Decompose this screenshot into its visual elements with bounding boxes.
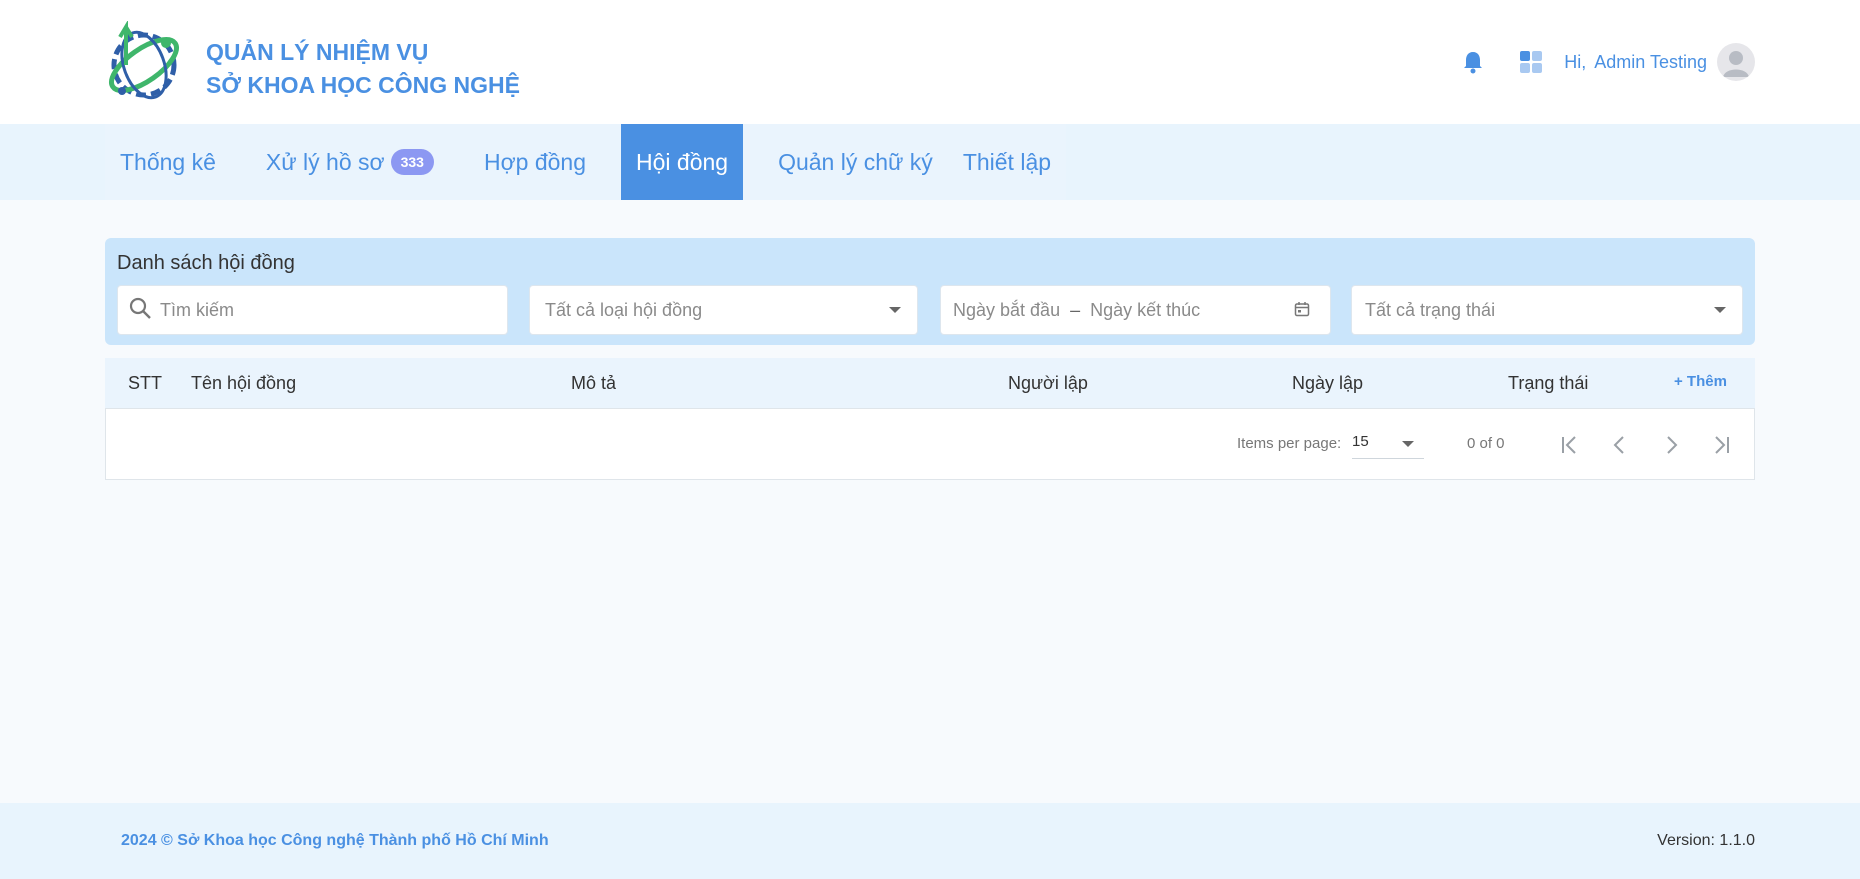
- prev-page-icon[interactable]: [1606, 431, 1634, 459]
- column-header-ten-hoi-dong[interactable]: Tên hội đồng: [191, 373, 296, 394]
- chevron-down-icon: [1402, 441, 1414, 447]
- header-actions: Hi, Admin Testing: [1462, 43, 1755, 81]
- column-header-mo-ta[interactable]: Mô tả: [571, 373, 616, 394]
- search-icon: [128, 296, 152, 325]
- app-footer: 2024 © Sở Khoa học Công nghệ Thành phố H…: [0, 803, 1860, 879]
- status-value: Tất cả trạng thái: [1365, 299, 1496, 320]
- nav-tabs: Thống kê Xử lý hồ sơ 333 Hợp đồng Hội đồn…: [105, 124, 1067, 200]
- table-header: STT Tên hội đồng Mô tả Người lập Ngày lậ…: [105, 358, 1755, 408]
- items-per-page-select[interactable]: 15: [1352, 433, 1424, 459]
- tab-label: Quản lý chữ ký: [778, 148, 933, 175]
- column-header-nguoi-lap[interactable]: Người lập: [1008, 373, 1088, 394]
- version-text: Version: 1.1.0: [1657, 832, 1755, 849]
- last-page-icon[interactable]: [1707, 431, 1735, 459]
- add-button[interactable]: + Thêm: [1674, 373, 1727, 390]
- calendar-icon[interactable]: [1294, 301, 1310, 322]
- tab-label: Hợp đồng: [483, 148, 586, 175]
- logo-icon[interactable]: [104, 19, 186, 103]
- app-title-line2: SỞ KHOA HỌC CÔNG NGHỆ: [206, 72, 520, 98]
- table-paginator: Items per page: 15 0 of 0: [105, 408, 1755, 480]
- user-greeting[interactable]: Hi, Admin Testing: [1564, 52, 1707, 73]
- app-title-line1: QUẢN LÝ NHIỆM VỤ: [206, 39, 429, 65]
- main-nav: Thống kê Xử lý hồ sơ 333 Hợp đồng Hội đồn…: [0, 124, 1860, 200]
- avatar-icon[interactable]: [1717, 43, 1755, 81]
- tab-label: Thống kê: [120, 148, 216, 175]
- user-name: Admin Testing: [1594, 51, 1707, 72]
- tab-label: Xử lý hồ sơ: [265, 148, 385, 175]
- page-range: 0 of 0: [1467, 435, 1505, 452]
- council-type-select[interactable]: Tất cả loại hội đồng: [529, 285, 918, 335]
- date-range-picker[interactable]: Ngày bắt đầu – Ngày kết thúc: [940, 285, 1331, 335]
- tab-hop-dong[interactable]: Hợp đồng: [449, 124, 621, 200]
- next-page-icon[interactable]: [1657, 431, 1685, 459]
- items-per-page-value: 15: [1352, 433, 1369, 450]
- greeting-label: Hi,: [1564, 51, 1587, 72]
- tab-hoi-dong[interactable]: Hội đồng: [621, 124, 744, 200]
- column-header-trang-thai[interactable]: Trạng thái: [1508, 373, 1588, 394]
- date-end[interactable]: Ngày kết thúc: [1090, 300, 1200, 321]
- tab-thiet-lap[interactable]: Thiết lập: [948, 124, 1066, 200]
- status-select[interactable]: Tất cả trạng thái: [1351, 285, 1743, 335]
- count-badge: 333: [390, 149, 434, 175]
- tab-label: Thiết lập: [962, 148, 1052, 175]
- tab-thong-ke[interactable]: Thống kê: [105, 124, 231, 200]
- apps-grid-icon[interactable]: [1520, 51, 1543, 73]
- page-title: Danh sách hội đồng: [117, 252, 295, 274]
- date-separator: –: [1070, 299, 1081, 320]
- app-title: QUẢN LÝ NHIỆM VỤ SỞ KHOA HỌC CÔNG NGHỆ: [206, 36, 520, 102]
- search-input[interactable]: [160, 299, 490, 321]
- filter-panel: Danh sách hội đồng Tất cả loại hội đồng …: [105, 238, 1755, 345]
- app-header: QUẢN LÝ NHIỆM VỤ SỞ KHOA HỌC CÔNG NGHỆ H…: [0, 0, 1860, 124]
- column-header-stt[interactable]: STT: [128, 373, 162, 394]
- items-per-page-label: Items per page:: [1237, 435, 1342, 452]
- council-type-value: Tất cả loại hội đồng: [545, 299, 703, 320]
- date-start[interactable]: Ngày bắt đầu: [953, 300, 1060, 321]
- tab-quan-ly-chu-ky[interactable]: Quản lý chữ ký: [743, 124, 948, 200]
- copyright-text: 2024 © Sở Khoa học Công nghệ Thành phố H…: [121, 832, 549, 849]
- tab-label: Hội đồng: [636, 148, 729, 175]
- search-field[interactable]: [117, 285, 508, 335]
- first-page-icon[interactable]: [1556, 431, 1584, 459]
- chevron-down-icon: [889, 307, 901, 313]
- bell-icon[interactable]: [1462, 49, 1484, 75]
- tab-xu-ly-ho-so[interactable]: Xử lý hồ sơ 333: [231, 124, 449, 200]
- chevron-down-icon: [1714, 307, 1726, 313]
- column-header-ngay-lap[interactable]: Ngày lập: [1292, 373, 1363, 394]
